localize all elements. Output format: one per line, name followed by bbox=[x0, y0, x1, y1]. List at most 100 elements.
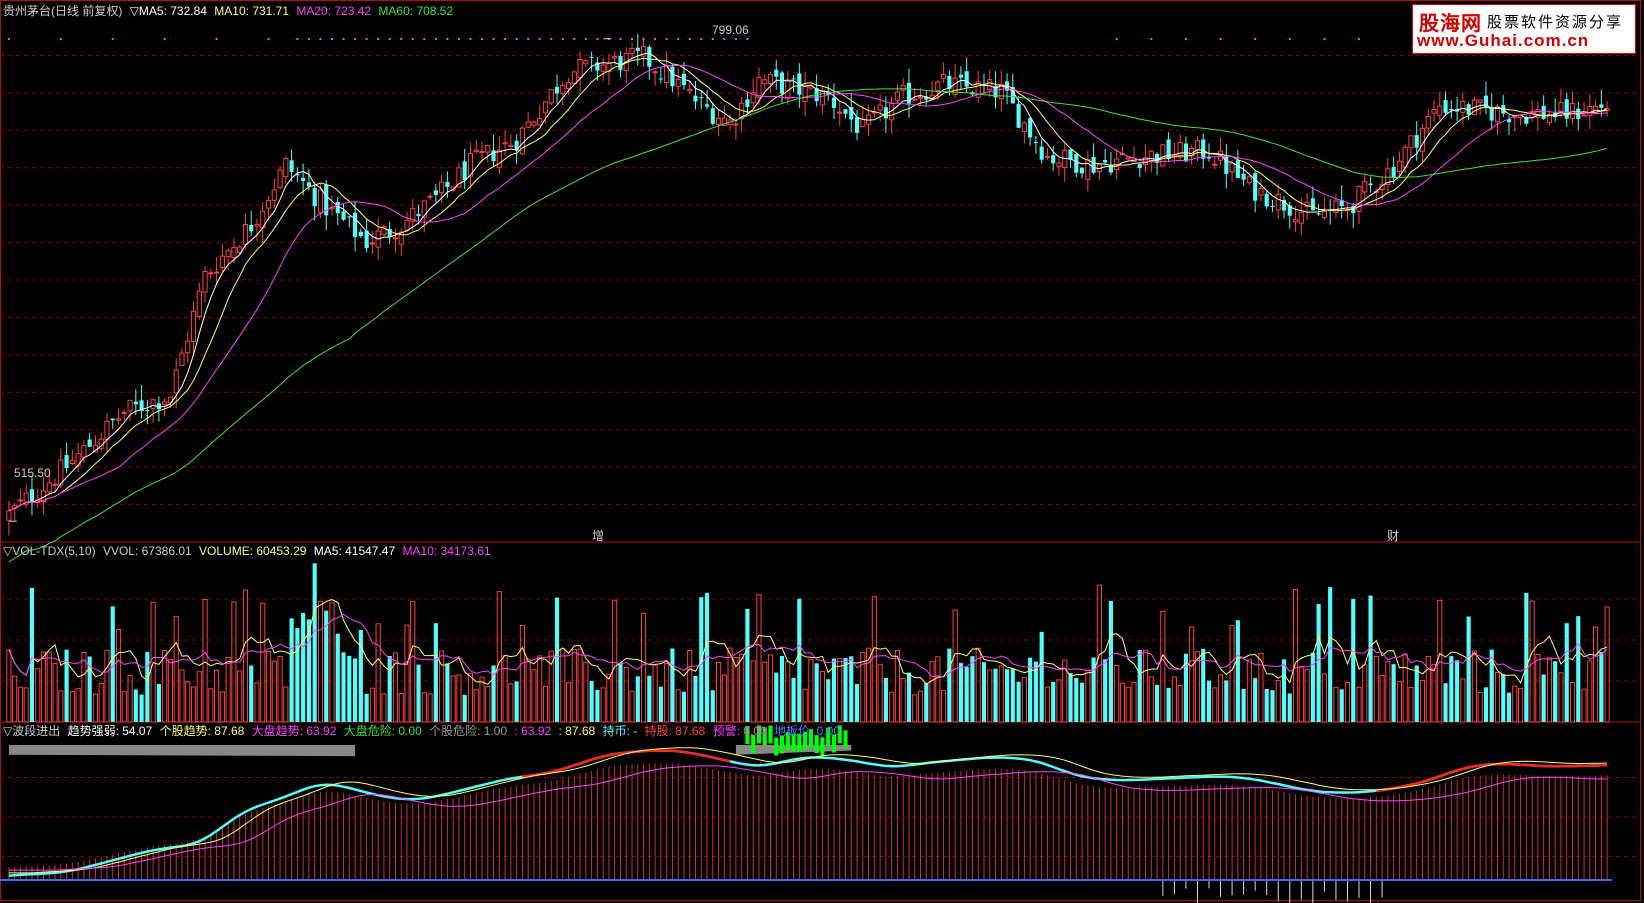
candle-up bbox=[715, 118, 722, 125]
volume-bar-up bbox=[421, 692, 427, 723]
volume-bar-up bbox=[1304, 668, 1310, 723]
candle-up bbox=[675, 79, 681, 88]
volume-bar-up bbox=[1056, 679, 1062, 723]
candle-down bbox=[445, 182, 450, 187]
candle-up bbox=[265, 200, 272, 209]
volume-bar-down bbox=[1483, 687, 1489, 722]
candle-up bbox=[525, 121, 531, 128]
signal-dot bbox=[573, 38, 576, 40]
volume-bar-down bbox=[347, 655, 352, 722]
volume-bar-up bbox=[537, 655, 543, 723]
signal-dot bbox=[515, 38, 518, 40]
volume-bar-up bbox=[640, 612, 647, 723]
candle-up bbox=[485, 145, 491, 153]
volume-bar-up bbox=[750, 660, 756, 723]
volume-bar-down bbox=[1414, 665, 1419, 722]
volume-bar-down bbox=[970, 656, 975, 722]
ind-floor: 地板价: 0.00 bbox=[774, 724, 841, 738]
volume-bar-down bbox=[993, 668, 998, 722]
candle-down bbox=[745, 99, 750, 107]
volume-bar-up bbox=[410, 601, 416, 723]
volume-bar-up bbox=[917, 690, 924, 723]
candle-down bbox=[1201, 139, 1206, 159]
candle-up bbox=[900, 84, 906, 91]
candle-up bbox=[1396, 160, 1402, 172]
signal-dot bbox=[492, 38, 495, 40]
signal-dot bbox=[330, 38, 333, 40]
candle-down bbox=[110, 418, 115, 421]
volume-bar-up bbox=[1604, 606, 1610, 723]
candle-up bbox=[502, 142, 508, 145]
volume-bar-up bbox=[265, 651, 272, 723]
volume-bar-down bbox=[295, 628, 300, 722]
candle-up bbox=[439, 181, 445, 194]
volume-bar-up bbox=[1373, 655, 1379, 723]
signal-dot bbox=[1219, 38, 1222, 40]
candle-up bbox=[1362, 181, 1368, 193]
volume-bar-up bbox=[1587, 660, 1593, 723]
volume-bar-up bbox=[900, 677, 906, 723]
volume-bar-up bbox=[260, 602, 266, 723]
volume-bar-down bbox=[1576, 616, 1581, 722]
ma20-value: MA20: 723.42 bbox=[296, 4, 372, 18]
candle-down bbox=[618, 56, 623, 71]
candle-up bbox=[1558, 102, 1564, 112]
candle-up bbox=[150, 399, 156, 409]
vol-header: ▽VOL-TDX(5,10) VVOL: 67386.01 VOLUME: 60… bbox=[3, 544, 495, 558]
volume-bar-down bbox=[1270, 690, 1275, 722]
candle-up bbox=[81, 445, 87, 458]
candle-up bbox=[577, 59, 583, 79]
volume-bar-up bbox=[1558, 672, 1564, 723]
candle-up bbox=[987, 79, 993, 91]
signal-dot bbox=[307, 38, 310, 40]
candle-down bbox=[1074, 154, 1079, 173]
volume-bar-down bbox=[1103, 659, 1108, 722]
candle-up bbox=[1125, 157, 1131, 160]
candle-up bbox=[1114, 158, 1120, 170]
volume-bar-up bbox=[1160, 610, 1166, 723]
volume-bar-up bbox=[1529, 600, 1535, 723]
volume-bar-up bbox=[98, 683, 104, 723]
volume-bar-down bbox=[1010, 668, 1015, 722]
volume-bar-up bbox=[1131, 681, 1137, 723]
candle-up bbox=[127, 399, 133, 412]
candle-down bbox=[514, 140, 519, 151]
candle-down bbox=[1166, 139, 1171, 160]
volume-bar-up bbox=[6, 649, 12, 723]
candle-up bbox=[392, 237, 399, 240]
volume-bar-down bbox=[964, 666, 969, 722]
volume-bar-up bbox=[127, 675, 133, 723]
candle-down bbox=[289, 160, 294, 172]
candle-up bbox=[531, 121, 537, 126]
candle-down bbox=[1564, 99, 1569, 119]
candle-up bbox=[1402, 146, 1408, 168]
volume-bar-down bbox=[1201, 648, 1206, 722]
candle-up bbox=[1425, 116, 1431, 129]
signal-dot bbox=[434, 38, 437, 40]
candle-up bbox=[837, 111, 843, 114]
candle-up bbox=[162, 401, 168, 405]
volume-bar-up bbox=[1402, 653, 1408, 723]
candle-down bbox=[352, 212, 358, 237]
signal-dot bbox=[111, 38, 114, 40]
candle-up bbox=[537, 117, 543, 126]
volume-bar-up bbox=[1546, 657, 1552, 723]
candle-up bbox=[208, 272, 214, 275]
volume-bar-up bbox=[941, 689, 947, 723]
volume-bar-down bbox=[1253, 678, 1258, 722]
mark-cai: 财 bbox=[1387, 529, 1400, 543]
candle-up bbox=[1587, 105, 1593, 117]
volume-bar-up bbox=[381, 693, 387, 723]
signal-dot bbox=[1150, 38, 1153, 40]
volume-bar-up bbox=[121, 691, 127, 723]
candle-up bbox=[271, 189, 277, 201]
candle-up bbox=[254, 223, 260, 227]
volume-bar-up bbox=[283, 686, 289, 723]
volume-bar-up bbox=[1362, 664, 1368, 723]
ind-name: ▽波段进出 bbox=[3, 724, 61, 738]
candle-down bbox=[791, 78, 796, 80]
volume-bar-down bbox=[1553, 661, 1558, 722]
candle-up bbox=[1212, 163, 1218, 166]
volume-bar-down bbox=[1154, 684, 1160, 722]
volume-bar-down bbox=[133, 689, 138, 722]
